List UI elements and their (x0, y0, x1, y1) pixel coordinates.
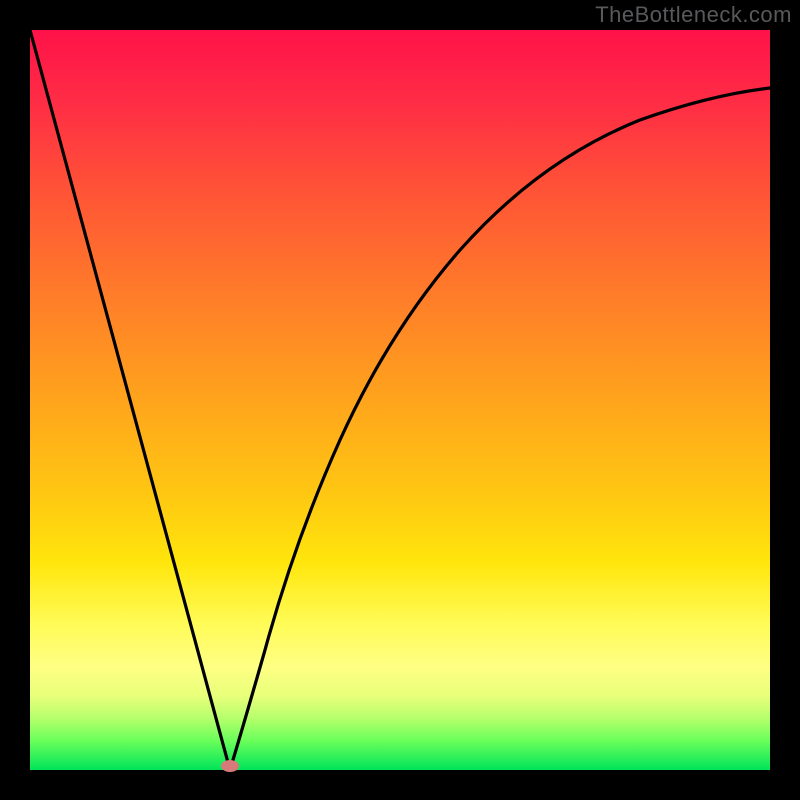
curve-right-branch (230, 88, 770, 770)
plot-area (30, 30, 770, 770)
watermark-text: TheBottleneck.com (595, 2, 792, 28)
curve-left-branch (30, 30, 230, 770)
chart-frame: TheBottleneck.com (0, 0, 800, 800)
bottleneck-curve (30, 30, 770, 770)
minimum-marker (221, 760, 239, 772)
